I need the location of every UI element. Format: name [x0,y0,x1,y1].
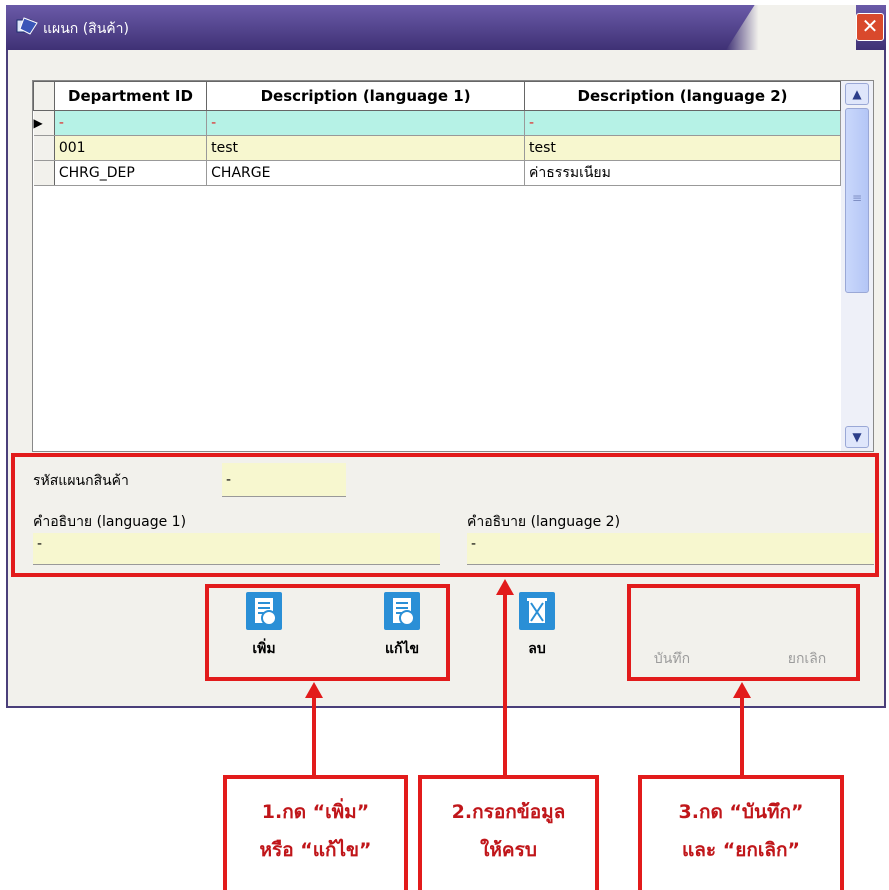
table-row[interactable]: 001 test test [33,135,841,161]
step3-text-line2: และ “ยกเลิก” [682,839,800,861]
arrow-step1-line [312,696,316,778]
step3-callout: 3.กด “บันทึก” และ “ยกเลิก” [638,775,844,890]
arrow-step2-line [503,593,507,778]
row-selector[interactable] [33,135,55,161]
row-pointer-icon: ▶ [33,110,55,136]
department-grid[interactable]: Department ID Description (language 1) D… [32,80,874,452]
step2-callout: 2.กรอกข้อมูล ให้ครบ [418,775,599,890]
cell-department-id[interactable]: - [54,110,208,136]
cell-description-2[interactable]: test [524,135,841,161]
close-button[interactable]: ✕ [856,13,884,41]
column-header-description-2[interactable]: Description (language 2) [524,81,841,111]
delete-button-label: ลบ [528,641,546,657]
cell-department-id[interactable]: 001 [54,135,208,161]
add-edit-highlight-box [205,584,450,681]
cell-department-id[interactable]: CHRG_DEP [54,160,208,186]
scroll-grip-icon: ≡ [852,191,863,205]
save-cancel-highlight-box [627,584,860,681]
cell-description-1[interactable]: test [206,135,526,161]
step3-text-line1: 3.กด “บันทึก” [678,801,804,823]
delete-button[interactable]: ลบ [512,592,562,660]
cell-description-1[interactable]: - [206,110,526,136]
app-icon [16,17,38,35]
title-bar-notch [726,5,856,50]
step2-text-line1: 2.กรอกข้อมูล [451,801,566,823]
cell-description-1[interactable]: CHARGE [206,160,526,186]
arrow-step3-line [740,696,744,778]
step1-text-line1: 1.กด “เพิ่ม” [261,801,370,823]
table-row[interactable]: CHRG_DEP CHARGE ค่าธรรมเนียม [33,160,841,186]
scroll-thumb[interactable]: ≡ [845,108,869,293]
row-selector[interactable] [33,160,55,186]
scroll-up-icon[interactable]: ▲ [845,83,869,105]
step2-text-line2: ให้ครบ [480,839,537,861]
window-title: แผนก (สินค้า) [43,21,129,37]
table-row[interactable]: ▶ - - - [33,110,841,136]
title-bar: แผนก (สินค้า) ✕ [6,5,886,50]
department-table: Department ID Description (language 1) D… [33,81,841,186]
table-header-row: Department ID Description (language 1) D… [33,81,841,111]
column-header-department-id[interactable]: Department ID [53,81,208,111]
cell-description-2[interactable]: - [524,110,841,136]
column-header-description-1[interactable]: Description (language 1) [206,81,526,111]
vertical-scrollbar[interactable]: ▲ ≡ ▼ [841,81,873,451]
step1-callout: 1.กด “เพิ่ม” หรือ “แก้ไข” [223,775,408,890]
trash-icon [519,592,555,630]
cell-description-2[interactable]: ค่าธรรมเนียม [524,160,841,186]
row-selector-header [33,81,55,111]
form-highlight-box [11,453,879,577]
scroll-down-icon[interactable]: ▼ [845,426,869,448]
step1-text-line2: หรือ “แก้ไข” [259,839,372,861]
